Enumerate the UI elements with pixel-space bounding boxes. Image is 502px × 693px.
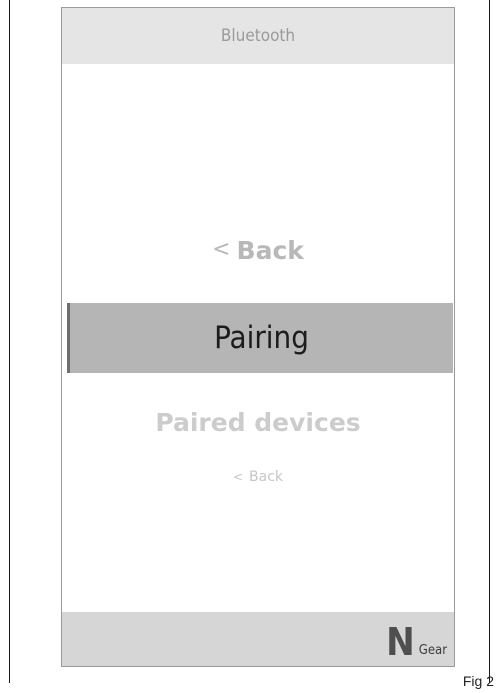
chevron-left-icon: < — [232, 470, 244, 484]
gear-label: Gear — [418, 643, 447, 658]
menu-item-label: Back — [249, 469, 284, 485]
screen-header: Bluetooth — [62, 8, 454, 64]
menu-item-back-top[interactable]: < Back — [62, 236, 454, 265]
chevron-left-icon: < — [212, 237, 231, 262]
menu-item-paired-devices[interactable]: Paired devices — [62, 408, 454, 437]
menu-item-label: Paired devices — [155, 408, 361, 437]
figure-caption: Fig 2 — [462, 673, 494, 689]
menu-item-pairing-selected[interactable]: Pairing — [67, 303, 453, 373]
menu-item-label: Pairing — [214, 320, 309, 356]
menu-item-back-bottom[interactable]: < Back — [62, 469, 454, 485]
status-bar: N Gear — [62, 612, 454, 666]
gear-indicator: N Gear — [386, 620, 447, 664]
screen-title: Bluetooth — [220, 26, 296, 46]
gear-value: N — [386, 620, 415, 664]
menu-item-label: Back — [236, 236, 304, 265]
device-screen: Bluetooth < Back Pairing Paired devices … — [61, 7, 455, 667]
